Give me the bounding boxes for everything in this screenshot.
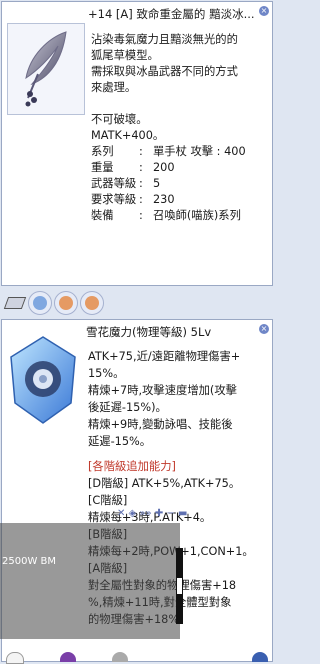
item-description: 沾染毒氣魔力且黯淡無光的的 狐尾草模型。 需採取與冰晶武器不同的方式 來處理。 … — [91, 32, 267, 224]
card-image — [5, 333, 81, 427]
desc-line: 沾染毒氣魔力且黯淡無光的的 — [91, 33, 238, 46]
bottom-orb-2 — [60, 652, 76, 662]
desc-line: 精煉+7時,攻擊速度增加(攻擊 — [88, 384, 237, 397]
desc-line: 15%。 — [88, 367, 125, 380]
item-title: +14 [A] 致命重金屬的 黯淡冰... — [88, 7, 255, 21]
bonus-line: [D階級] ATK+5%,ATK+75。 — [88, 477, 241, 490]
card-slot-bar — [0, 287, 274, 319]
bonus-header: [各階級追加能力] — [88, 460, 176, 473]
stat-row-weapon-level: 武器等級:5 — [91, 177, 161, 190]
item-tooltip-window: +14 [A] 致命重金屬的 黯淡冰... × 沾染毒氣魔力且黯淡無光的的 狐尾… — [1, 1, 273, 286]
bottom-orb-4 — [252, 652, 268, 662]
unbreakable-text: 不可破壞。 — [91, 113, 148, 126]
card-title: 雪花魔力(物理等級) 5Lv — [86, 325, 212, 339]
close-icon[interactable]: × — [259, 324, 269, 334]
bottom-orb-3 — [112, 652, 128, 662]
scroll-thumb[interactable] — [177, 578, 182, 594]
scrollbar[interactable] — [176, 548, 183, 624]
close-icon[interactable]: × — [259, 6, 269, 16]
overlay-text: 2500W BM — [2, 556, 57, 567]
desc-line: 後延遲-15%)。 — [88, 401, 167, 414]
bonus-line: [C階級] — [88, 494, 128, 507]
chat-overlay — [0, 523, 180, 639]
stat-row-required-level: 要求等級:230 — [91, 193, 175, 206]
card-slot-2[interactable] — [54, 291, 78, 315]
book-icon[interactable] — [3, 297, 27, 309]
desc-line: 延遲-15%。 — [88, 435, 152, 448]
item-image — [7, 23, 85, 115]
desc-line: ATK+75,近/遠距離物理傷害+ — [88, 350, 241, 363]
matk-text: MATK+400。 — [91, 129, 165, 142]
bottom-orb-1 — [6, 652, 24, 664]
stat-row-weight: 重量:200 — [91, 161, 175, 174]
desc-line: 需採取與冰晶武器不同的方式 — [91, 65, 238, 78]
desc-line: 精煉+9時,變動詠唱、技能後 — [88, 418, 233, 431]
stat-row-series: 系列: 單手杖 攻擊 : 400 — [91, 145, 246, 158]
card-slot-3[interactable] — [80, 291, 104, 315]
card-slot-1[interactable] — [28, 291, 52, 315]
mini-toolbar[interactable]: ✕ ◈ »» ✚ − ▬ — [117, 508, 187, 519]
desc-line: 狐尾草模型。 — [91, 49, 159, 62]
stat-row-equip: 裝備: 召喚師(喵族)系列 — [91, 209, 241, 222]
desc-line: 來處理。 — [91, 81, 137, 94]
